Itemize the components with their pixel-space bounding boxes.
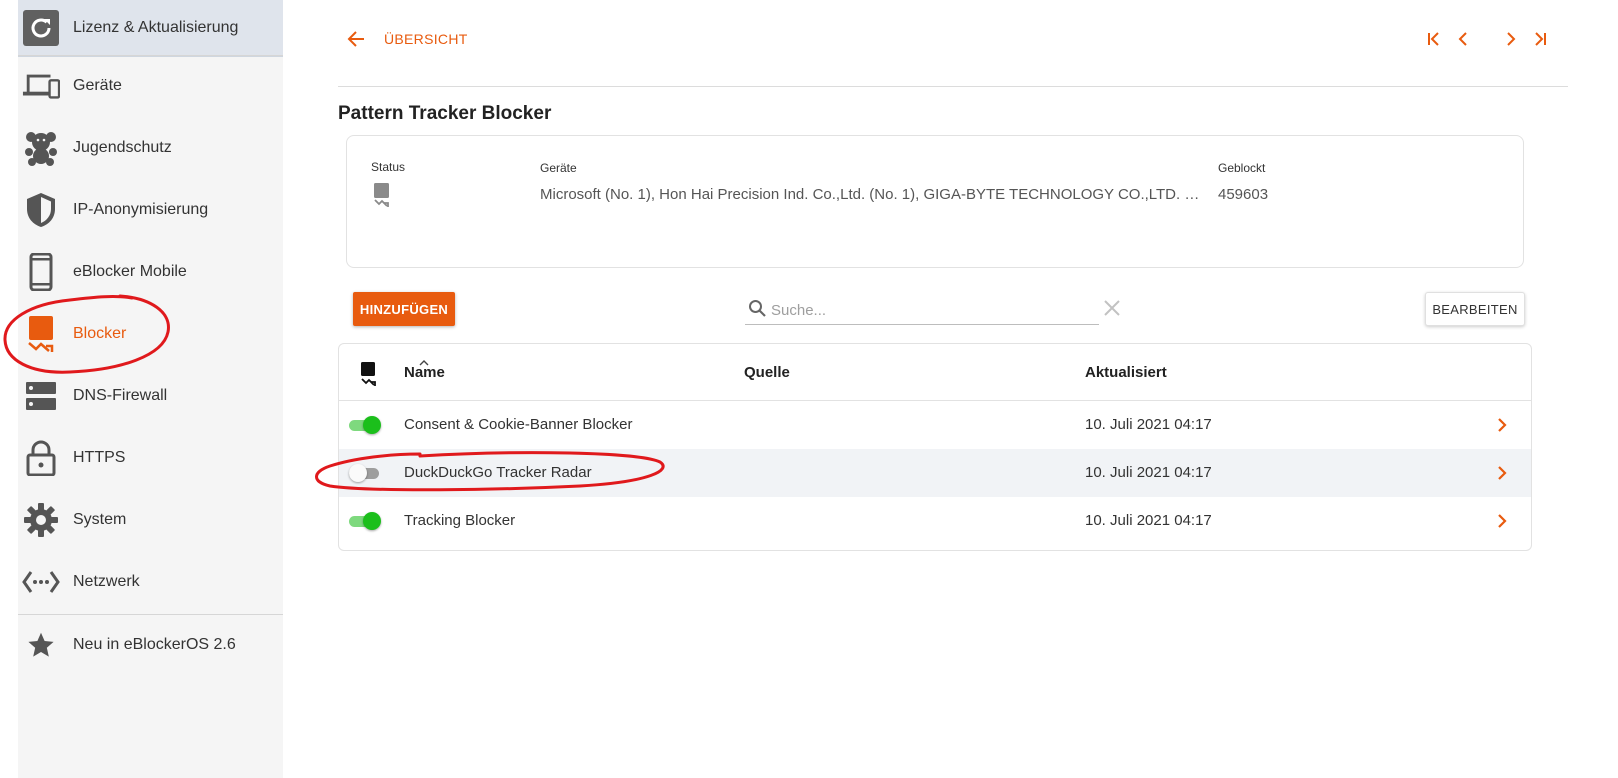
sidebar-item-label: Blocker (73, 325, 127, 342)
sidebar-item-label: IP-Anonymisierung (73, 201, 209, 218)
sidebar-item-label: Geräte (73, 77, 122, 94)
sidebar-item-label: System (73, 511, 127, 528)
sidebar-item-eblocker-mobile[interactable]: eBlocker Mobile (18, 244, 283, 300)
devices-value: Microsoft (No. 1), Hon Hai Precision Ind… (540, 186, 1202, 203)
page-title: Pattern Tracker Blocker (338, 103, 552, 124)
sidebar-item-license[interactable]: Lizenz & Aktualisierung (18, 0, 283, 57)
toggle-knob (363, 512, 381, 530)
gear-icon (22, 501, 60, 539)
sidebar-item-blocker[interactable]: Blocker (18, 306, 283, 362)
arrow-left-icon (347, 30, 365, 48)
open-details-button[interactable] (1495, 464, 1511, 482)
sidebar-item-label: DNS-Firewall (73, 387, 168, 404)
clear-search-button[interactable] (1103, 299, 1121, 317)
row-updated: 10. Juli 2021 04:17 (1085, 416, 1212, 433)
divider (18, 614, 283, 615)
chevron-right-icon (1504, 31, 1518, 47)
sidebar-item-whats-new[interactable]: Neu in eBlockerOS 2.6 (18, 617, 283, 673)
previous-page-button[interactable] (1454, 28, 1472, 50)
blocker-table: Name Quelle Aktualisiert Consent & Cooki… (338, 343, 1532, 551)
table-row[interactable]: Consent & Cookie-Banner Blocker 10. Juli… (339, 401, 1531, 449)
column-header-name[interactable]: Name (404, 364, 445, 381)
blocker-status-icon (373, 182, 391, 213)
sidebar-item-system[interactable]: System (18, 492, 283, 548)
sidebar-item-parental-control[interactable]: Jugendschutz (18, 120, 283, 176)
sidebar-item-label: Jugendschutz (73, 139, 172, 156)
sidebar-item-https[interactable]: HTTPS (18, 430, 283, 486)
status-column-icon (360, 361, 378, 392)
first-page-button[interactable] (1424, 28, 1444, 50)
blocker-icon (22, 315, 60, 353)
close-icon (1103, 299, 1121, 317)
star-icon (22, 626, 60, 664)
divider (18, 55, 283, 56)
sidebar-item-dns-firewall[interactable]: DNS-Firewall (18, 368, 283, 424)
details-card: Status Geräte Microsoft (No. 1), Hon Hai… (346, 135, 1524, 268)
sidebar-item-label: HTTPS (73, 449, 126, 466)
header-divider (338, 86, 1568, 87)
sidebar-item-label: Netzwerk (73, 573, 140, 590)
back-label: ÜBERSICHT (384, 31, 468, 47)
chevron-right-icon (1495, 512, 1511, 530)
row-name: DuckDuckGo Tracker Radar (404, 464, 592, 481)
sidebar: Lizenz & Aktualisierung Geräte Jugendsch… (18, 0, 283, 778)
devices-icon (22, 67, 60, 105)
back-to-overview-link[interactable]: ÜBERSICHT (347, 27, 477, 51)
refresh-icon (22, 9, 60, 47)
toggle-knob (349, 464, 367, 482)
enable-toggle[interactable] (349, 416, 383, 434)
teddy-bear-icon (22, 129, 60, 167)
shield-icon (22, 191, 60, 229)
sidebar-item-label: Lizenz & Aktualisierung (73, 19, 239, 36)
chevron-right-icon (1495, 416, 1511, 434)
add-button[interactable]: HINZUFÜGEN (353, 292, 455, 326)
lock-icon (22, 439, 60, 477)
last-page-icon (1532, 31, 1548, 47)
sidebar-item-network[interactable]: Netzwerk (18, 554, 283, 610)
blocked-label: Geblockt (1218, 161, 1266, 175)
table-row[interactable]: Tracking Blocker 10. Juli 2021 04:17 (339, 497, 1531, 545)
chevron-left-icon (1456, 31, 1470, 47)
edit-button[interactable]: BEARBEITEN (1425, 292, 1525, 326)
last-page-button[interactable] (1530, 28, 1550, 50)
enable-toggle[interactable] (349, 512, 383, 530)
status-label: Status (371, 160, 406, 174)
server-icon (22, 377, 60, 415)
chevron-right-icon (1495, 464, 1511, 482)
next-page-button[interactable] (1502, 28, 1520, 50)
toggle-knob (363, 416, 381, 434)
first-page-icon (1426, 31, 1442, 47)
row-updated: 10. Juli 2021 04:17 (1085, 512, 1212, 529)
open-details-button[interactable] (1495, 416, 1511, 434)
devices-label: Geräte (540, 161, 577, 175)
column-header-updated[interactable]: Aktualisiert (1085, 364, 1167, 381)
search-field (745, 296, 1099, 325)
sidebar-item-devices[interactable]: Geräte (18, 58, 283, 114)
search-input[interactable] (769, 298, 1093, 322)
row-updated: 10. Juli 2021 04:17 (1085, 464, 1212, 481)
smartphone-icon (22, 253, 60, 291)
row-name: Consent & Cookie-Banner Blocker (404, 416, 633, 433)
sidebar-item-label: Neu in eBlockerOS 2.6 (73, 636, 236, 653)
sidebar-item-ip-anonymization[interactable]: IP-Anonymisierung (18, 182, 283, 238)
table-row[interactable]: DuckDuckGo Tracker Radar 10. Juli 2021 0… (339, 449, 1531, 497)
row-name: Tracking Blocker (404, 512, 516, 529)
blocked-count: 459603 (1218, 186, 1269, 203)
enable-toggle[interactable] (349, 464, 383, 482)
open-details-button[interactable] (1495, 512, 1511, 530)
network-icon (22, 563, 60, 601)
column-header-source[interactable]: Quelle (744, 364, 790, 381)
sidebar-item-label: eBlocker Mobile (73, 263, 187, 280)
search-icon (748, 299, 766, 322)
